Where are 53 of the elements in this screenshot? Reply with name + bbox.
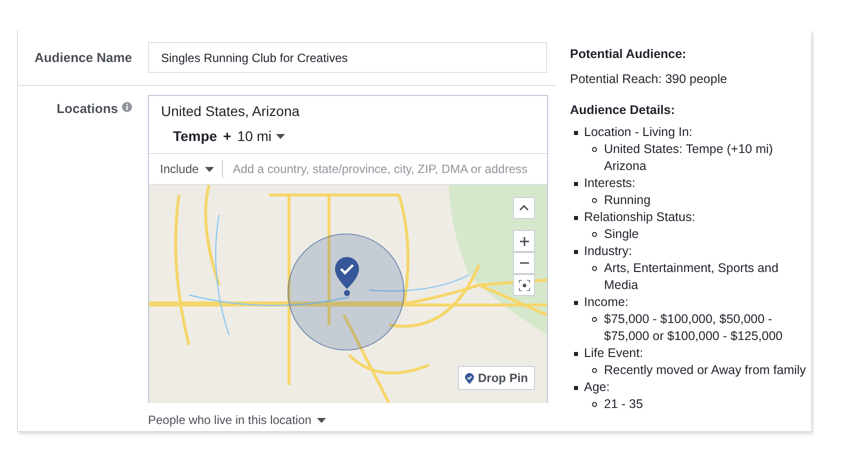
bullet-icon [574, 386, 578, 390]
detail-value: Arts, Entertainment, Sports and Media [604, 260, 780, 294]
audience-name-field[interactable]: Singles Running Club for Creatives [148, 42, 547, 73]
collapse-map-button[interactable] [513, 197, 535, 219]
plus-text: + [223, 127, 232, 146]
bullet-icon [574, 182, 578, 186]
detail-label: Life Event: [584, 345, 644, 362]
bullet-icon [574, 352, 578, 356]
location-type-dropdown[interactable]: People who live in this location [148, 411, 326, 429]
info-icon[interactable] [122, 102, 132, 112]
detail-label: Relationship Status: [584, 209, 696, 226]
selected-region: United States, Arizona [161, 102, 301, 121]
potential-reach-text: Potential Reach: 390 people [570, 70, 728, 88]
bullet-icon [592, 317, 597, 322]
bullet-icon [574, 216, 578, 220]
detail-value: Single [604, 226, 639, 244]
detail-value: $75,000 - $100,000, $50,000 - $75,000 or $100,000 - $125,000 [604, 311, 784, 346]
detail-label: Interests: [584, 175, 636, 192]
detail-value: 21 - 35 [604, 396, 643, 414]
recenter-button[interactable] [513, 274, 535, 296]
caret-icon [204, 166, 214, 172]
bullet-icon [574, 301, 578, 306]
detail-label: Location - Living In: [584, 124, 692, 142]
detail-label: Industry: [584, 243, 632, 260]
bullet-icon [592, 232, 597, 238]
include-dropdown[interactable]: Include [160, 160, 223, 178]
field-label: Locations [56, 100, 118, 118]
detail-value: Recently moved or Away from family [604, 362, 806, 380]
plus-icon [520, 236, 528, 246]
selected-city: Tempe [173, 127, 218, 146]
bullet-icon [592, 266, 597, 272]
detail-label: Income: [584, 294, 628, 312]
radius-dropdown[interactable]: 10 mi [237, 126, 285, 147]
caret-icon [317, 418, 326, 422]
chevron-up-icon [519, 205, 529, 211]
bullet-icon [592, 198, 597, 204]
field-label: Audience Name [33, 48, 133, 67]
pin-icon [465, 372, 474, 384]
bullet-icon [592, 402, 597, 408]
caret-icon [276, 134, 285, 139]
section-title: Audience Details: [570, 102, 676, 118]
bullet-icon [592, 147, 597, 152]
section-title: Potential Audience: [570, 46, 688, 63]
drop-pin-button[interactable]: Drop Pin [458, 366, 535, 390]
detail-value: United States: Tempe (+10 mi) Arizona [604, 141, 774, 176]
minus-icon [520, 262, 528, 264]
bullet-icon [574, 131, 578, 136]
bullet-icon [574, 250, 578, 254]
detail-label: Age: [584, 379, 610, 396]
detail-value: Running [604, 192, 651, 210]
bullet-icon [592, 368, 597, 374]
focus-frame-icon [518, 280, 530, 290]
zoom-in-button[interactable] [513, 230, 535, 252]
